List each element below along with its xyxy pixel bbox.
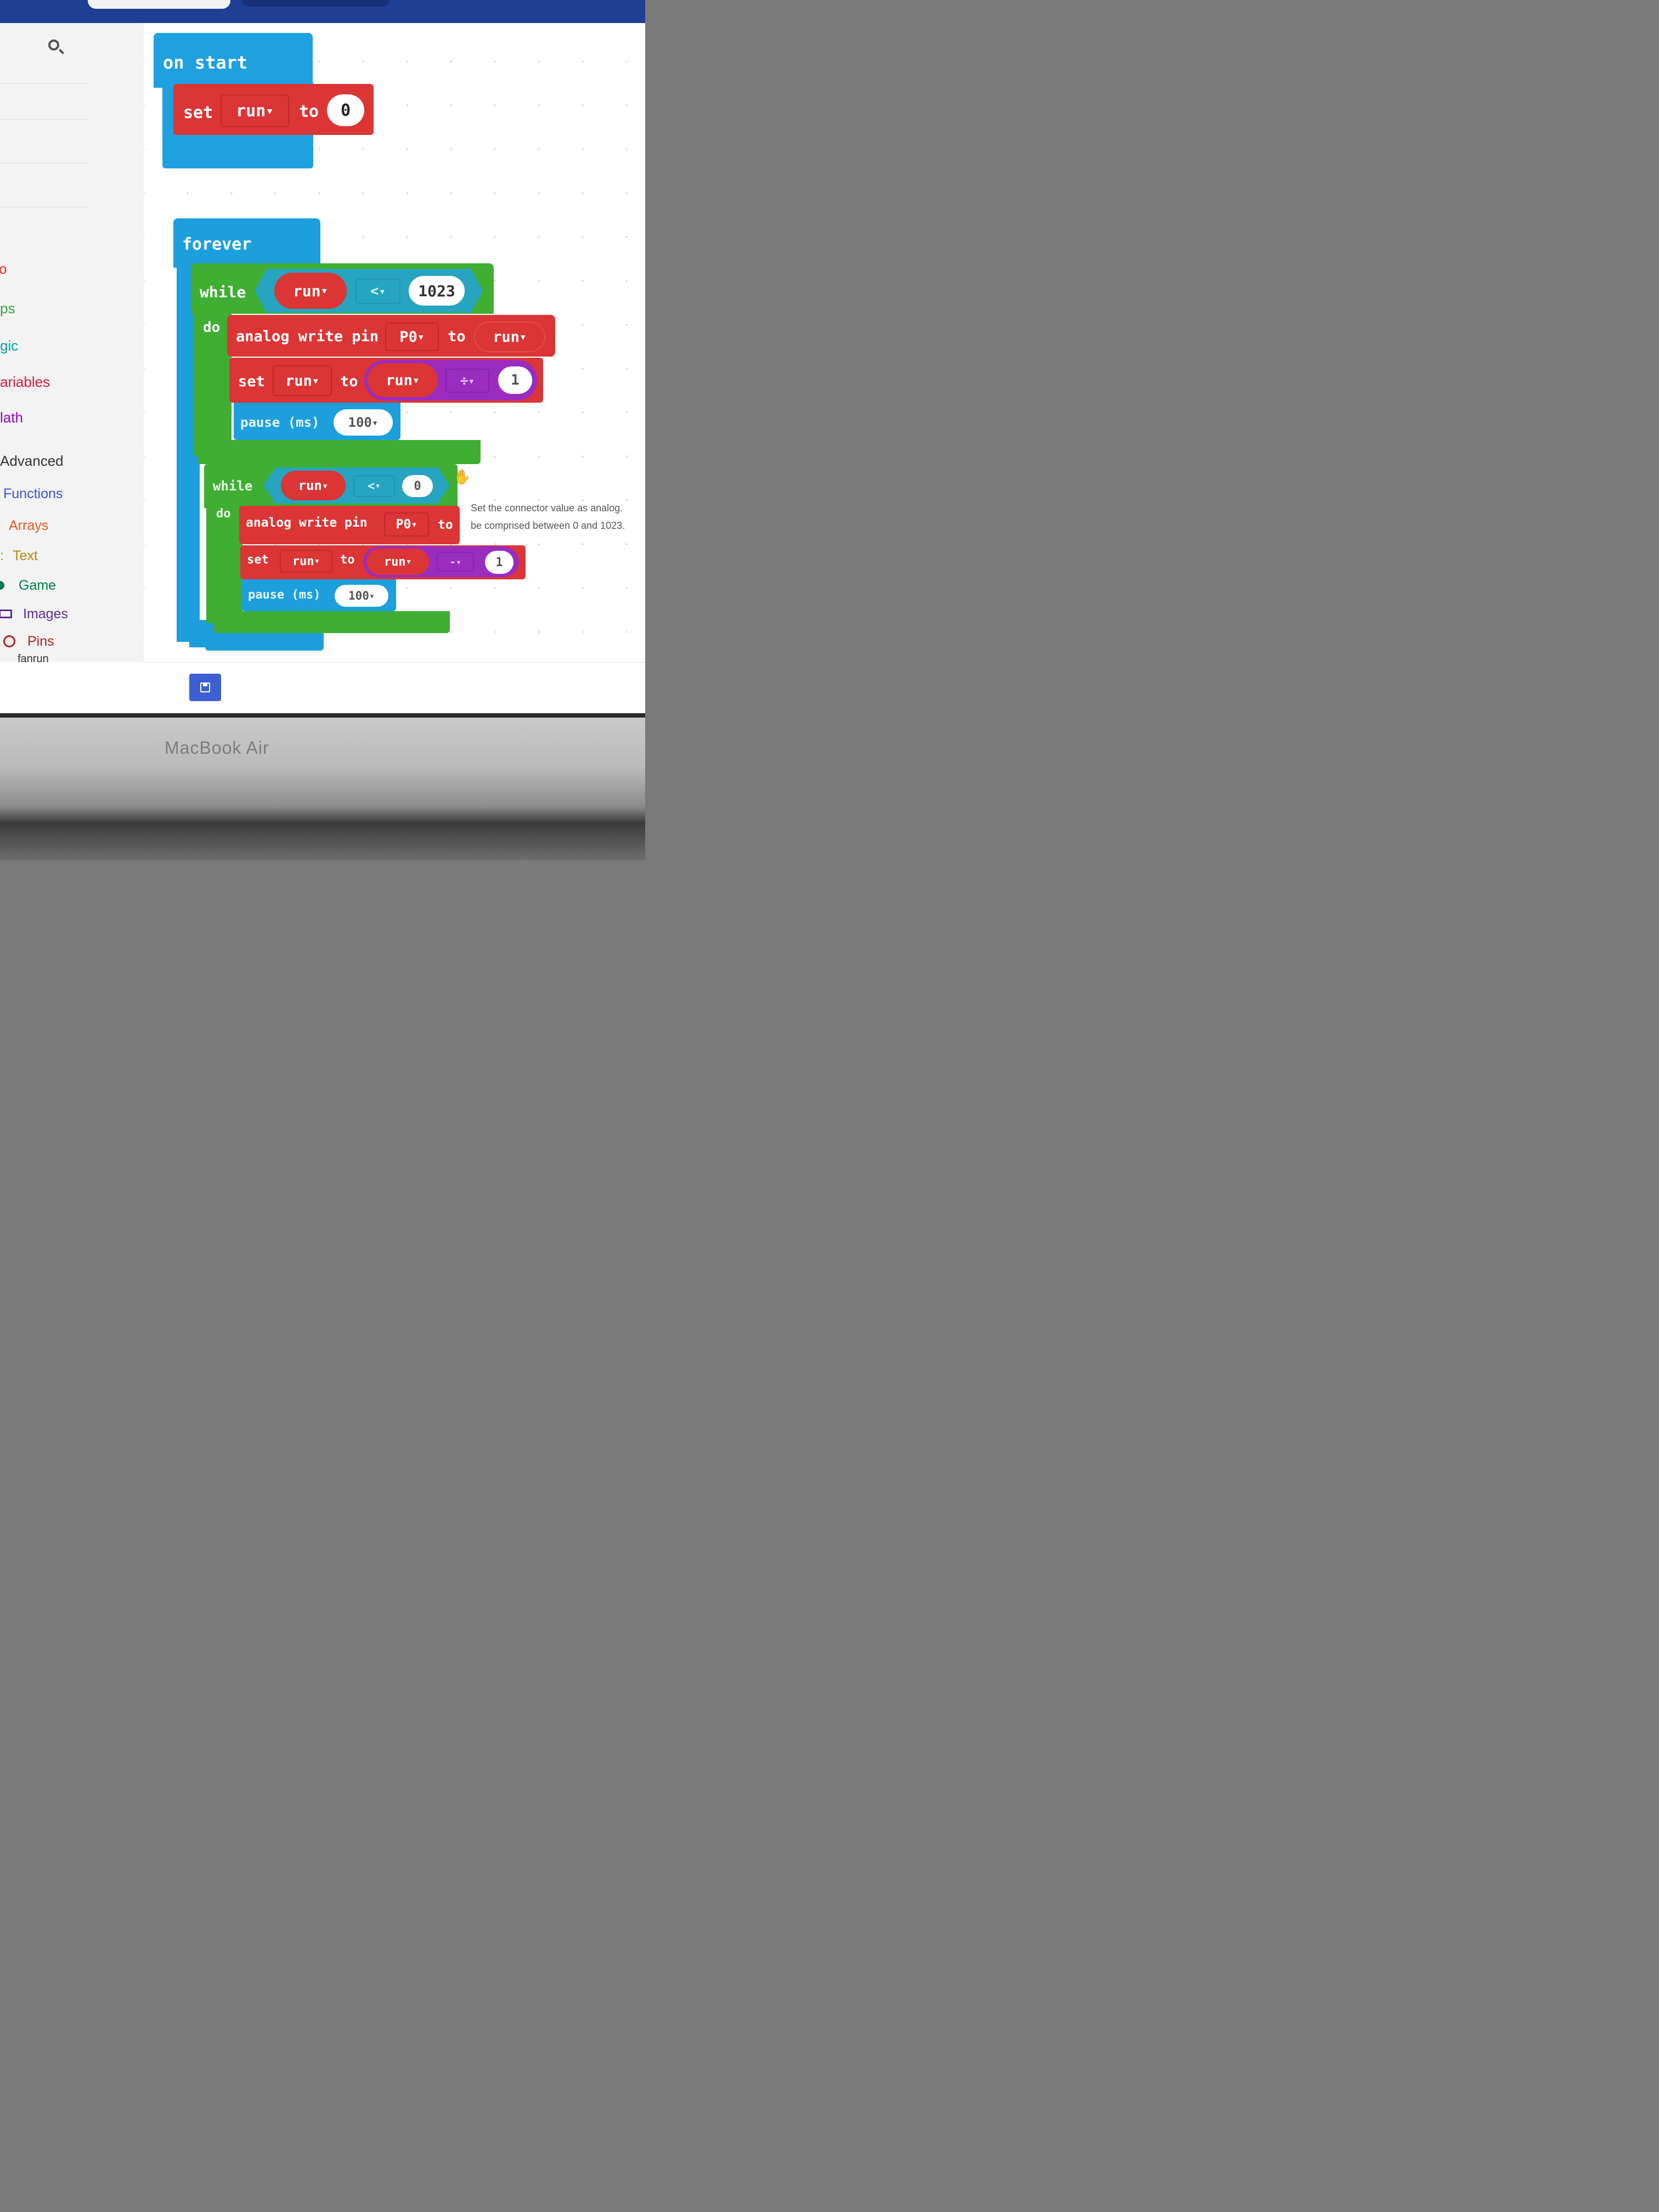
toolbox-item-label: Text [12,548,38,563]
limit-input[interactable]: 1023 [409,276,465,306]
toolbox-item-functions[interactable]: Functions [3,483,63,505]
toolbox-item-label: ariables [0,373,50,390]
divider [0,119,88,120]
project-name[interactable]: fanrun [18,653,49,665]
do-label: do [216,507,231,521]
toolbox-item-label: Game [19,577,57,593]
number-input[interactable]: 1 [498,366,532,394]
tooltip-line: Set the connector value as analog. [471,503,623,514]
divider [0,83,88,84]
tooltip-line: be comprised between 0 and 1023. [471,520,625,531]
toolbox-item-label: gic [0,337,19,354]
variable-reporter[interactable]: run [366,549,429,575]
forever-label: forever [182,235,252,254]
laptop-brand: MacBook Air [165,738,269,758]
while-2-spine [206,503,242,623]
variable-reporter[interactable]: run [281,471,346,500]
mode-tab[interactable] [241,0,390,7]
toolbox-item-label: o [0,260,7,277]
toolbox-item-label: Pins [27,633,54,649]
pause-value-dropdown[interactable]: 100 [335,585,388,607]
analog-write-label: analog write pin [236,328,379,345]
pause-label: pause (ms) [240,415,320,430]
toolbox-item-advanced[interactable]: Advanced [0,450,64,472]
while-2-bottom [214,611,450,633]
while-1-bottom [198,440,481,464]
editor-tab[interactable] [88,0,230,9]
operator-dropdown[interactable]: < [356,279,400,304]
on-start-label: on start [163,52,248,73]
variable-dropdown[interactable]: run [221,94,289,127]
toolbox-item-label: ps [0,300,15,317]
pins-icon [3,635,15,647]
game-icon [0,581,4,590]
while-label: while [213,478,253,494]
toolbox-search[interactable] [0,37,82,61]
variable-dropdown[interactable]: run [280,550,332,573]
toolbox-item-text[interactable]: : Text [0,545,38,567]
text-icon: : [0,548,4,563]
variable-reporter[interactable]: run [274,273,347,309]
operator-dropdown[interactable]: ÷ [445,369,489,393]
while-label: while [200,283,246,301]
block-tooltip: Set the connector value as analog. be co… [471,499,645,534]
analog-write-label: analog write pin [246,516,368,530]
toolbox-item-label: lath [0,409,23,426]
to-label: to [448,328,466,345]
toolbox-item-label: Functions [3,486,63,501]
pause-value-dropdown[interactable]: 100 [334,409,393,436]
pause-label: pause (ms) [248,588,321,602]
variable-reporter[interactable]: run [474,321,545,352]
value-input[interactable]: 0 [327,94,364,126]
to-label: to [340,373,358,390]
toolbox-item-loops[interactable]: o [0,258,7,280]
toolbox-item-label: Images [23,606,68,622]
to-label: to [299,102,319,121]
operator-dropdown[interactable]: < [353,475,395,497]
set-label: set [183,103,213,122]
toolbox-item-loops-partial[interactable]: ps [0,297,15,319]
toolbox-item-label: Arrays [9,517,49,533]
variable-dropdown[interactable]: run [273,365,332,396]
to-label: to [438,518,453,532]
set-label: set [238,373,265,390]
number-input[interactable]: 1 [485,551,514,574]
variable-reporter[interactable]: run [368,363,438,397]
operator-dropdown[interactable]: - [437,552,474,572]
toolbox-item-variables[interactable]: ariables [0,371,50,393]
pin-dropdown[interactable]: P0 [384,512,429,537]
search-icon[interactable] [48,40,59,50]
top-bar [0,0,645,23]
image-icon [0,610,12,618]
hand-cursor-icon: ✋ [453,469,471,485]
set-label: set [247,553,269,567]
save-icon [200,682,210,692]
toolbox-item-arrays[interactable]: Arrays [9,515,48,537]
toolbox-item-pins[interactable]: Pins [3,630,54,652]
save-button[interactable] [189,674,221,701]
toolbox-item-math[interactable]: lath [0,407,23,428]
limit-input[interactable]: 0 [402,475,433,497]
laptop-bezel [0,713,645,860]
toolbox-item-label: Advanced [0,452,64,469]
to-label: to [340,553,355,567]
pin-dropdown[interactable]: P0 [385,323,439,351]
toolbox-item-logic[interactable]: gic [0,335,18,357]
do-label: do [203,319,221,336]
toolbox-item-game[interactable]: Game [0,574,56,596]
toolbox-item-images[interactable]: Images [0,603,68,625]
screen: o ps gic ariables lath Advanced Function… [0,0,645,713]
